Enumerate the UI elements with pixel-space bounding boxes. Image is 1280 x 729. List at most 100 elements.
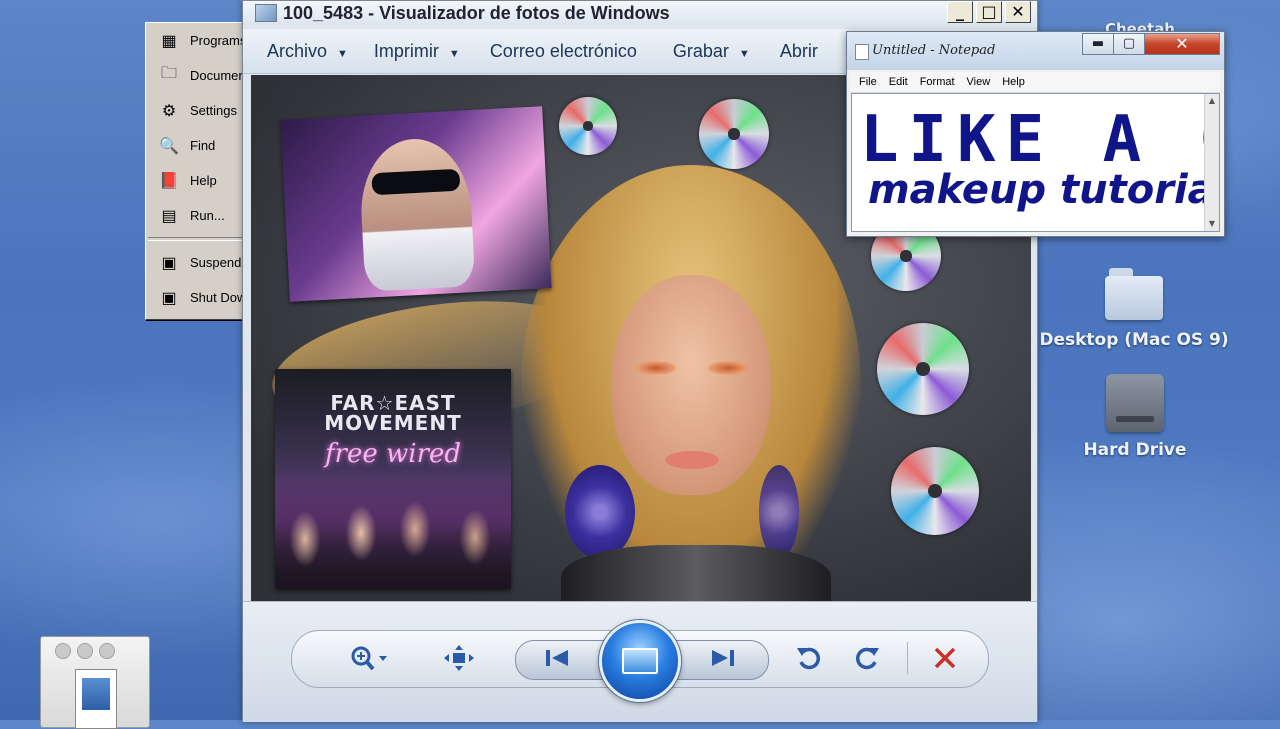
hard-drive-label: Hard Drive (1083, 440, 1187, 460)
cd-disc-image (891, 447, 979, 535)
start-menu-item-suspend[interactable]: ▣ Suspend (146, 245, 246, 280)
start-menu-item-run[interactable]: ▤ Run... (146, 198, 246, 233)
menu-view[interactable]: View (967, 76, 991, 88)
scroll-up-icon[interactable]: ▲ (1205, 94, 1219, 108)
notepad-text-line-1: LIKE A G6 (860, 103, 1219, 177)
start-menu-item-shut-down[interactable]: ▣ Shut Down... (146, 280, 246, 315)
menu-file[interactable]: File (859, 76, 877, 88)
start-menu-item-label: Help (190, 173, 217, 188)
start-menu-item-label: Programs (190, 33, 246, 48)
photo-viewer-toolbar (243, 601, 1037, 722)
photo-viewer-titlebar[interactable]: 100_5483 - Visualizador de fotos de Wind… (243, 1, 1037, 25)
start-menu-item-label: Run... (190, 208, 225, 223)
start-menu-item-label: Settings (190, 103, 237, 118)
menu-label: Archivo (267, 40, 328, 61)
folder-icon (1103, 266, 1165, 322)
start-menu-item-documents[interactable]: 🗀 Documents (146, 58, 246, 93)
menu-help[interactable]: Help (1002, 76, 1025, 88)
run-icon: ▤ (161, 207, 177, 225)
start-menu-item-label: Documents (190, 68, 246, 83)
album-title: free wired (324, 439, 462, 469)
minimize-button[interactable]: ▬ (1082, 33, 1114, 55)
inset-photo-party (280, 106, 552, 302)
desktop-icon-desktop-mac-os-9[interactable]: Desktop (Mac OS 9) (1034, 266, 1234, 350)
hard-drive-icon (1106, 374, 1164, 432)
slideshow-button[interactable] (599, 620, 681, 702)
start-menu-item-find[interactable]: 🔍 Find (146, 128, 246, 163)
programs-icon: ▦ (161, 32, 177, 50)
menu-edit[interactable]: Edit (889, 76, 908, 88)
find-icon: 🔍 (159, 137, 179, 155)
minimize-dot-icon[interactable] (77, 643, 93, 659)
earring (565, 465, 635, 559)
menu-correo-electronico[interactable]: Correo electrónico (490, 41, 637, 62)
start-menu-item-label: Find (190, 138, 216, 153)
cd-disc-image (559, 97, 617, 155)
maximize-button[interactable]: □ (976, 1, 1002, 23)
start-menu-item-label: Suspend (190, 255, 242, 270)
slideshow-icon (622, 648, 658, 674)
menu-format[interactable]: Format (920, 76, 955, 88)
rotate-cw-icon[interactable] (849, 642, 885, 674)
vertical-scrollbar[interactable]: ▲ ▼ (1204, 94, 1219, 231)
notepad-app-icon (855, 44, 869, 60)
zoom-dot-icon[interactable] (99, 643, 115, 659)
menu-grabar[interactable]: Grabar ▼ (673, 41, 750, 62)
notepad-menubar: File Edit Format View Help (851, 72, 1220, 93)
menu-label: Correo electrónico (489, 40, 637, 61)
suspend-icon: ▣ (161, 254, 177, 272)
sunglasses (371, 168, 461, 196)
earring (759, 465, 799, 559)
start-menu-separator (148, 237, 244, 241)
desktop-icon-hard-drive[interactable]: Hard Drive (1060, 374, 1210, 460)
menu-imprimir[interactable]: Imprimir ▼ (374, 41, 460, 62)
rotate-ccw-icon[interactable] (791, 642, 827, 674)
notepad-titlebar[interactable]: Untitled - Notepad ▬ ▢ ✕ (847, 32, 1224, 70)
window-title: 100_5483 - Visualizador de fotos de Wind… (283, 2, 670, 23)
menu-label: Abrir (779, 40, 818, 61)
cd-disc-image (699, 99, 769, 169)
minimize-button[interactable]: _ (947, 1, 973, 23)
party-figure (357, 136, 476, 292)
menu-abrir[interactable]: Abrir (780, 41, 818, 62)
previous-icon[interactable] (539, 642, 575, 674)
start-menu-item-label: Shut Down... (190, 290, 246, 305)
person-photo (264, 165, 861, 601)
close-dot-icon[interactable] (55, 643, 71, 659)
mac-window-fragment[interactable] (40, 636, 150, 729)
notepad-text-area[interactable]: LIKE A G6 makeup tutorial ▲ ▼ (851, 93, 1220, 232)
start-menu-item-settings[interactable]: ⚙ Settings (146, 93, 246, 128)
top-clothing (561, 545, 831, 601)
lips (665, 451, 719, 469)
eye-makeup (635, 361, 677, 375)
zoom-icon[interactable] (339, 642, 399, 674)
album-band-name: FAR☆EAST MOVEMENT (324, 391, 462, 435)
close-button[interactable]: ✕ (1144, 33, 1220, 55)
settings-icon: ⚙ (161, 102, 177, 120)
inset-album-cover: FAR☆EAST MOVEMENT free wired (275, 369, 511, 589)
menu-archivo[interactable]: Archivo ▼ (267, 41, 348, 62)
notepad-title: Untitled - Notepad (872, 43, 996, 58)
start-menu-item-help[interactable]: 📕 Help (146, 163, 246, 198)
maximize-button[interactable]: ▢ (1113, 33, 1145, 55)
fit-window-icon[interactable] (441, 642, 477, 674)
menu-label: Imprimir (373, 40, 439, 61)
start-menu-item-programs[interactable]: ▦ Programs (146, 23, 246, 58)
chevron-down-icon: ▼ (448, 47, 460, 60)
scroll-down-icon[interactable]: ▼ (1205, 217, 1219, 231)
notepad-window: Untitled - Notepad ▬ ▢ ✕ File Edit Forma… (846, 31, 1225, 237)
notepad-text-line-2: makeup tutorial (868, 167, 1220, 213)
close-button[interactable]: ✕ (1005, 1, 1031, 23)
chevron-down-icon: ▼ (738, 47, 750, 60)
eye-makeup (707, 361, 749, 375)
chevron-down-icon: ▼ (337, 47, 348, 60)
start-menu: ▦ Programs 🗀 Documents ⚙ Settings 🔍 Find… (145, 22, 247, 320)
face (611, 275, 771, 495)
documents-icon: 🗀 (160, 65, 177, 82)
delete-icon[interactable] (927, 642, 963, 674)
next-icon[interactable] (705, 642, 741, 674)
album-band-members (275, 479, 511, 589)
photo-viewer-app-icon (255, 4, 277, 22)
help-icon: 📕 (159, 172, 179, 190)
toolbar-separator (907, 642, 908, 674)
